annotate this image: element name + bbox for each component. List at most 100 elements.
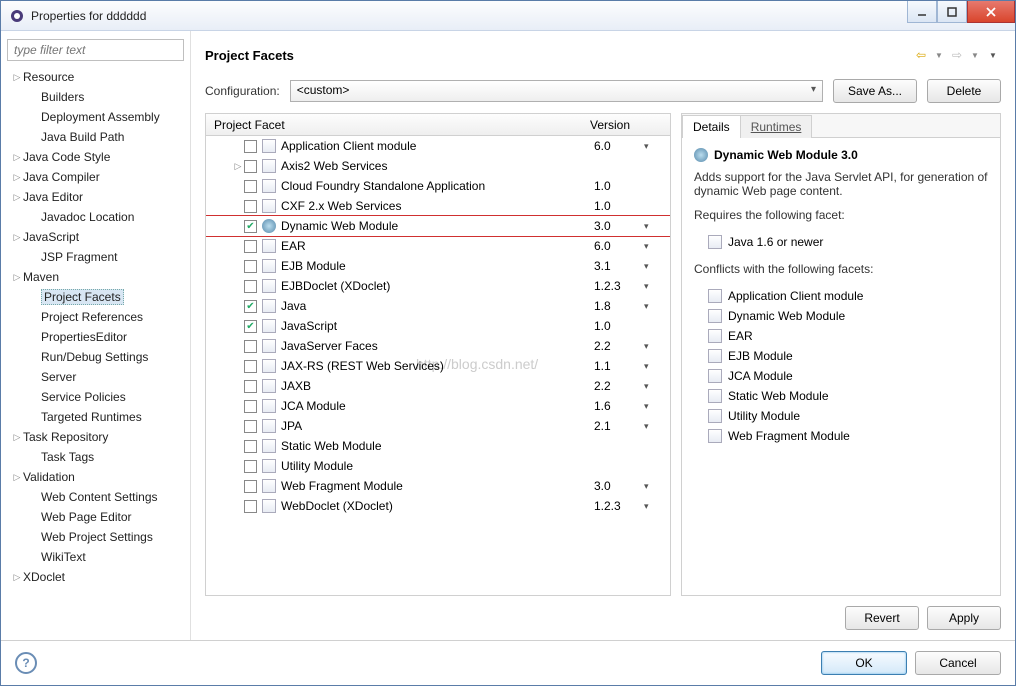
help-icon[interactable]: ? — [15, 652, 37, 674]
close-button[interactable] — [967, 1, 1015, 23]
tree-item[interactable]: ▷Resource — [7, 67, 184, 87]
tree-item[interactable]: Project References — [7, 307, 184, 327]
filter-input[interactable] — [7, 39, 184, 61]
facet-row[interactable]: ✔Java1.8▾ — [206, 296, 670, 316]
facet-checkbox[interactable] — [244, 260, 257, 273]
tree-item[interactable]: Java Build Path — [7, 127, 184, 147]
facet-checkbox[interactable]: ✔ — [244, 320, 257, 333]
tree-item[interactable]: ▷Java Compiler — [7, 167, 184, 187]
facet-row[interactable]: Application Client module6.0▾ — [206, 136, 670, 156]
facet-checkbox[interactable] — [244, 160, 257, 173]
version-dropdown-icon[interactable]: ▾ — [644, 281, 670, 292]
tree-item[interactable]: JSP Fragment — [7, 247, 184, 267]
facet-row[interactable]: CXF 2.x Web Services1.0 — [206, 196, 670, 216]
facet-row[interactable]: Web Fragment Module3.0▾ — [206, 476, 670, 496]
tree-item[interactable]: Project Facets — [7, 287, 184, 307]
expand-icon[interactable]: ▷ — [11, 72, 23, 83]
facet-row[interactable]: JAX-RS (REST Web Services)1.1▾ — [206, 356, 670, 376]
ok-button[interactable]: OK — [821, 651, 907, 675]
facet-checkbox[interactable] — [244, 360, 257, 373]
facet-row[interactable]: WebDoclet (XDoclet)1.2.3▾ — [206, 496, 670, 516]
tab-runtimes[interactable]: Runtimes — [740, 115, 813, 138]
tree-item[interactable]: Server — [7, 367, 184, 387]
facet-checkbox[interactable] — [244, 340, 257, 353]
tree-item[interactable]: Task Tags — [7, 447, 184, 467]
maximize-button[interactable] — [937, 1, 967, 23]
tab-details[interactable]: Details — [682, 115, 741, 138]
tree-item[interactable]: Web Content Settings — [7, 487, 184, 507]
category-tree[interactable]: ▷ResourceBuildersDeployment AssemblyJava… — [1, 31, 191, 640]
tree-item[interactable]: Web Project Settings — [7, 527, 184, 547]
minimize-button[interactable] — [907, 1, 937, 23]
facet-checkbox[interactable] — [244, 400, 257, 413]
menu-icon[interactable]: ▼ — [985, 47, 1001, 63]
facet-checkbox[interactable] — [244, 200, 257, 213]
tree-item[interactable]: ▷XDoclet — [7, 567, 184, 587]
version-dropdown-icon[interactable]: ▾ — [644, 501, 670, 512]
facet-checkbox[interactable]: ✔ — [244, 300, 257, 313]
tree-item[interactable]: Targeted Runtimes — [7, 407, 184, 427]
tree-item[interactable]: ▷Maven — [7, 267, 184, 287]
expand-icon[interactable]: ▷ — [11, 272, 23, 283]
facet-checkbox[interactable] — [244, 180, 257, 193]
forward-menu-icon[interactable]: ▼ — [967, 47, 983, 63]
back-menu-icon[interactable]: ▼ — [931, 47, 947, 63]
table-header[interactable]: Project Facet Version — [206, 114, 670, 136]
tree-item[interactable]: ▷Java Editor — [7, 187, 184, 207]
tree-item[interactable]: Builders — [7, 87, 184, 107]
tree-item[interactable]: PropertiesEditor — [7, 327, 184, 347]
facet-checkbox[interactable] — [244, 480, 257, 493]
tree-item[interactable]: ▷Java Code Style — [7, 147, 184, 167]
tree-item[interactable]: ▷Task Repository — [7, 427, 184, 447]
facet-checkbox[interactable] — [244, 380, 257, 393]
expand-icon[interactable]: ▷ — [11, 572, 23, 583]
apply-button[interactable]: Apply — [927, 606, 1001, 630]
facet-row[interactable]: JPA2.1▾ — [206, 416, 670, 436]
facet-row[interactable]: ✔Dynamic Web Module3.0▾ — [206, 216, 670, 236]
facet-table[interactable]: Project Facet Version http://blog.csdn.n… — [205, 113, 671, 596]
expand-icon[interactable]: ▷ — [11, 152, 23, 163]
facet-checkbox[interactable] — [244, 240, 257, 253]
expand-icon[interactable]: ▷ — [11, 472, 23, 483]
version-dropdown-icon[interactable]: ▾ — [644, 141, 670, 152]
version-dropdown-icon[interactable]: ▾ — [644, 381, 670, 392]
version-dropdown-icon[interactable]: ▾ — [644, 301, 670, 312]
delete-button[interactable]: Delete — [927, 79, 1001, 103]
back-icon[interactable]: ⇦ — [913, 47, 929, 63]
facet-checkbox[interactable] — [244, 140, 257, 153]
facet-checkbox[interactable] — [244, 440, 257, 453]
tree-item[interactable]: ▷JavaScript — [7, 227, 184, 247]
facet-row[interactable]: Cloud Foundry Standalone Application1.0 — [206, 176, 670, 196]
facet-checkbox[interactable]: ✔ — [244, 220, 257, 233]
revert-button[interactable]: Revert — [845, 606, 919, 630]
version-dropdown-icon[interactable]: ▾ — [644, 361, 670, 372]
tree-item[interactable]: Deployment Assembly — [7, 107, 184, 127]
facet-row[interactable]: EAR6.0▾ — [206, 236, 670, 256]
version-dropdown-icon[interactable]: ▾ — [644, 261, 670, 272]
version-dropdown-icon[interactable]: ▾ — [644, 421, 670, 432]
forward-icon[interactable]: ⇨ — [949, 47, 965, 63]
facet-row[interactable]: ✔JavaScript1.0 — [206, 316, 670, 336]
expand-icon[interactable]: ▷ — [11, 432, 23, 443]
save-as-button[interactable]: Save As... — [833, 79, 917, 103]
col-facet[interactable]: Project Facet — [206, 118, 590, 132]
tree-item[interactable]: WikiText — [7, 547, 184, 567]
facet-row[interactable]: EJBDoclet (XDoclet)1.2.3▾ — [206, 276, 670, 296]
version-dropdown-icon[interactable]: ▾ — [644, 221, 670, 232]
expand-icon[interactable]: ▷ — [232, 161, 244, 172]
facet-row[interactable]: EJB Module3.1▾ — [206, 256, 670, 276]
expand-icon[interactable]: ▷ — [11, 232, 23, 243]
expand-icon[interactable]: ▷ — [11, 172, 23, 183]
version-dropdown-icon[interactable]: ▾ — [644, 481, 670, 492]
facet-row[interactable]: JCA Module1.6▾ — [206, 396, 670, 416]
cancel-button[interactable]: Cancel — [915, 651, 1001, 675]
tree-item[interactable]: Service Policies — [7, 387, 184, 407]
title-bar[interactable]: Properties for dddddd — [1, 1, 1015, 31]
version-dropdown-icon[interactable]: ▾ — [644, 401, 670, 412]
tree-item[interactable]: ▷Validation — [7, 467, 184, 487]
facet-checkbox[interactable] — [244, 500, 257, 513]
configuration-combo[interactable]: <custom> — [290, 80, 823, 102]
facet-checkbox[interactable] — [244, 420, 257, 433]
expand-icon[interactable]: ▷ — [11, 192, 23, 203]
facet-row[interactable]: Static Web Module — [206, 436, 670, 456]
